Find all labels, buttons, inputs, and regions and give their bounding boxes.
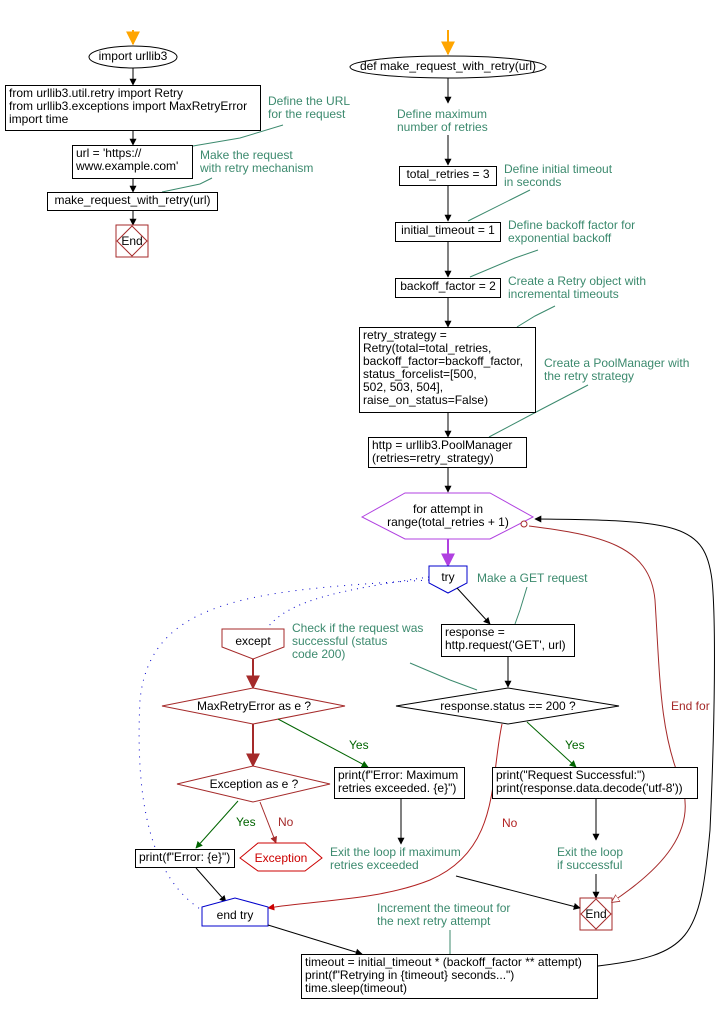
- end-node-main[interactable]: End: [116, 235, 148, 248]
- note-exit-max: Exit the loop if maximum retries exceede…: [330, 845, 461, 872]
- end-node-func[interactable]: End: [580, 908, 612, 921]
- imports-block[interactable]: from urllib3.util.retry import Retry fro…: [5, 85, 261, 131]
- yes-label-exception: Yes: [236, 815, 256, 829]
- edge: [195, 867, 227, 903]
- note-connector: [514, 586, 528, 625]
- yes-label-max: Yes: [349, 738, 369, 752]
- note-make-request: Make the request with retry mechanism: [200, 148, 314, 175]
- max-retry-print-block[interactable]: print(f"Error: Maximum retries exceeded.…: [334, 767, 465, 799]
- yes-edge-exception: [195, 800, 239, 849]
- exception-terminal[interactable]: Exception: [245, 852, 317, 865]
- note-connector: [467, 189, 531, 222]
- note-max-retries: Define maximum number of retries: [397, 107, 488, 134]
- total-retries-block[interactable]: total_retries = 3: [399, 166, 497, 186]
- try-node[interactable]: try: [429, 571, 467, 584]
- loop-node[interactable]: for attempt in range(total_retries + 1): [372, 503, 524, 529]
- end-for-label: End for: [671, 699, 710, 713]
- note-retry-object: Create a Retry object with incremental t…: [508, 274, 647, 301]
- backoff-factor-block[interactable]: backoff_factor = 2: [395, 278, 501, 298]
- retry-strategy-block[interactable]: retry_strategy = Retry(total=total_retri…: [359, 327, 536, 413]
- status-decision[interactable]: response.status == 200 ?: [410, 700, 606, 713]
- note-exit-success: Exit the loop if successful: [557, 845, 624, 872]
- note-pool-manager: Create a PoolManager with the retry stra…: [544, 356, 690, 383]
- edge: [456, 587, 491, 625]
- note-connector: [516, 305, 556, 328]
- pool-manager-block[interactable]: http = urllib3.PoolManager (retries=retr…: [368, 437, 527, 468]
- note-initial-timeout: Define initial timeout in seconds: [504, 162, 613, 189]
- exception-decision[interactable]: Exception as e ?: [185, 778, 323, 791]
- end-try-node[interactable]: end try: [202, 909, 268, 922]
- note-define-url: Define the URL for the request: [268, 94, 351, 121]
- no-edge-status: [267, 723, 503, 911]
- no-label-status: No: [502, 816, 518, 830]
- note-get-request: Make a GET request: [477, 571, 588, 585]
- try-except-dotted-link: [267, 576, 430, 628]
- edge: [267, 924, 363, 956]
- note-connector: [161, 177, 213, 193]
- except-node[interactable]: except: [222, 635, 284, 648]
- note-backoff: Define backoff factor for exponential ba…: [508, 218, 636, 245]
- no-edge-exception: [259, 801, 277, 844]
- success-print-block[interactable]: print("Request Successful:") print(respo…: [492, 767, 698, 799]
- initial-timeout-block[interactable]: initial_timeout = 1: [395, 222, 501, 242]
- note-check-status: Check if the request was successful (sta…: [292, 621, 424, 661]
- no-label-exception: No: [278, 815, 294, 829]
- yes-label-status: Yes: [565, 738, 585, 752]
- start-node-main[interactable]: import urllib3: [89, 50, 177, 63]
- note-connector: [409, 662, 478, 691]
- note-connector: [469, 249, 539, 278]
- url-assign-block[interactable]: url = 'https:// www.example.com': [72, 145, 193, 179]
- max-retry-decision[interactable]: MaxRetryError as e ?: [172, 700, 336, 713]
- timeout-block[interactable]: timeout = initial_timeout * (backoff_fac…: [301, 954, 598, 999]
- call-block[interactable]: make_request_with_retry(url): [47, 192, 218, 211]
- func-start-node[interactable]: def make_request_with_retry(url): [350, 60, 546, 73]
- response-block[interactable]: response = http.request('GET', url): [441, 624, 575, 657]
- note-increment: Increment the timeout for the next retry…: [377, 901, 511, 928]
- loop-back-edge: [534, 515, 715, 967]
- error-print-block[interactable]: print(f"Error: {e}"): [135, 849, 235, 868]
